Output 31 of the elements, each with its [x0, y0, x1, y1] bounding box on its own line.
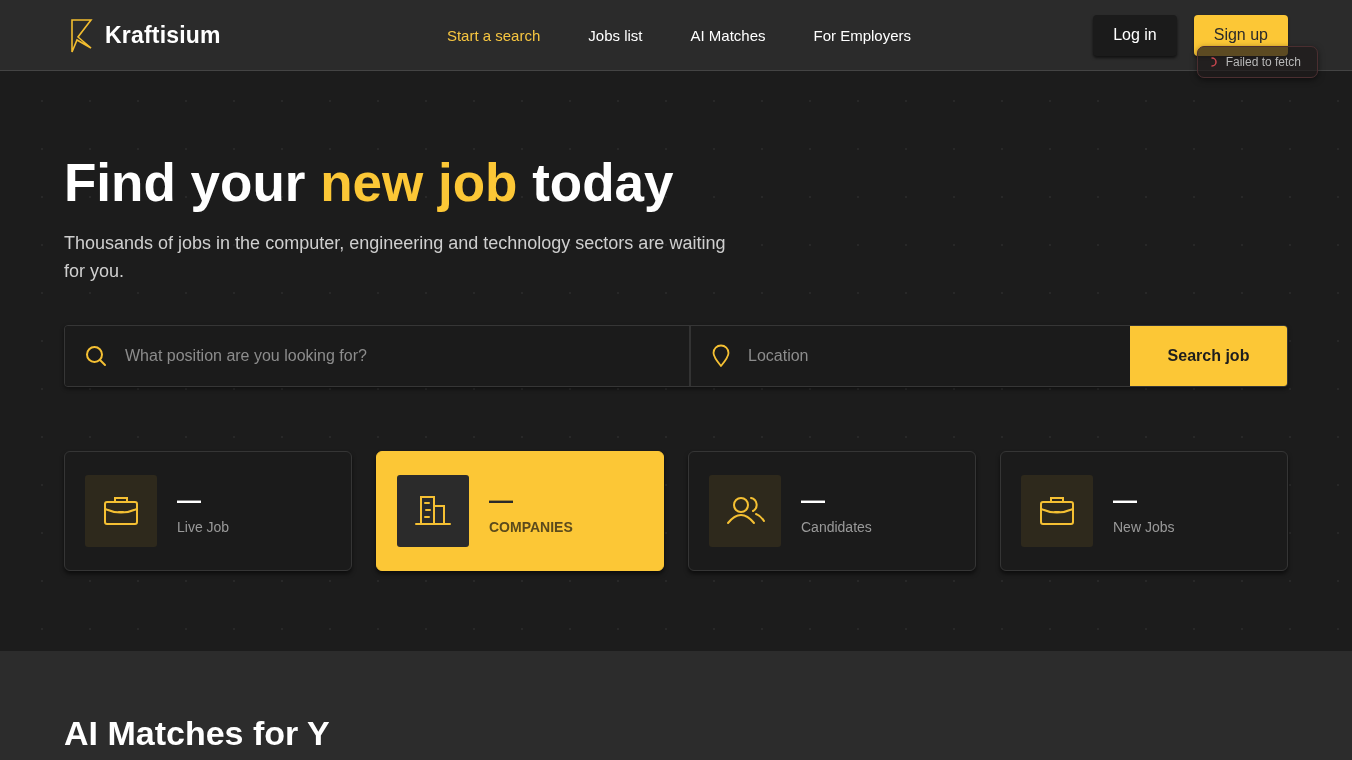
section-heading: AI Matches for Y	[64, 713, 331, 753]
people-icon	[709, 475, 781, 547]
stat-card[interactable]: — New Jobs	[1000, 451, 1288, 571]
stat-value: —	[801, 486, 826, 514]
brand-name: Kraftisium	[105, 21, 221, 49]
briefcase-icon	[85, 475, 157, 547]
login-button[interactable]: Log in	[1093, 14, 1177, 56]
nav-link[interactable]: For Employers	[813, 26, 912, 44]
logo-icon	[70, 17, 93, 53]
building-icon	[397, 475, 469, 547]
stat-label: New Jobs	[1113, 518, 1175, 536]
stat-value: —	[177, 486, 202, 514]
stat-value: —	[489, 486, 514, 514]
hero-title: Find your new job today	[64, 152, 675, 214]
toast-message: Failed to fetch	[1225, 55, 1301, 69]
search-job-button[interactable]: Search job	[1130, 326, 1287, 386]
spinner-icon	[1210, 57, 1217, 67]
nav-link[interactable]: Start a search	[446, 26, 541, 44]
stat-value: —	[1113, 486, 1138, 514]
nav-link[interactable]: AI Matches	[690, 26, 766, 44]
stat-card[interactable]: — Candidates	[688, 451, 976, 571]
hero-subtitle: Thousands of jobs in the computer, engineering and technology sectors are waiting for you.	[64, 232, 727, 283]
stat-label: Candidates	[801, 518, 872, 536]
stat-label: COMPANIES	[489, 518, 573, 536]
stat-card[interactable]: — COMPANIES	[376, 451, 664, 571]
stat-label: Live Job	[177, 518, 230, 536]
search-icon	[85, 345, 107, 367]
nav-link[interactable]: Jobs list	[588, 26, 643, 44]
location-pin-icon	[712, 344, 730, 368]
stat-card[interactable]: — Live Job	[64, 451, 352, 571]
briefcase-icon	[1021, 475, 1093, 547]
